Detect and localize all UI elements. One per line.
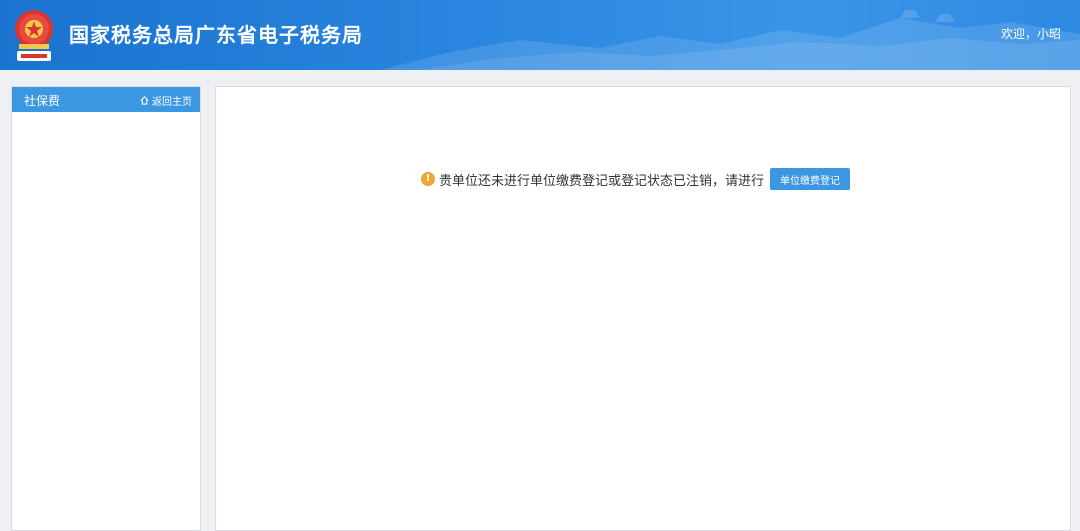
notice-text: 贵单位还未进行单位缴费登记或登记状态已注销，请进行 bbox=[439, 173, 765, 189]
sidebar-header: 社保费 返回主页 bbox=[12, 87, 200, 112]
unit-registration-button[interactable]: 单位缴费登记 bbox=[770, 168, 851, 190]
registration-notice: ! 贵单位还未进行单位缴费登记或登记状态已注销，请进行 单位缴费登记 bbox=[421, 168, 851, 190]
welcome-user: 欢迎，小昭 bbox=[1000, 27, 1061, 41]
tax-emblem-icon bbox=[15, 10, 53, 61]
home-icon bbox=[140, 96, 149, 105]
return-home-label: 返回主页 bbox=[152, 97, 192, 108]
sidebar: 社保费 返回主页 bbox=[11, 86, 201, 531]
site-header: 国家税务总局广东省电子税务局 欢迎，小昭 bbox=[0, 0, 1080, 70]
site-title: 国家税务总局广东省电子税务局 bbox=[69, 23, 363, 47]
warning-icon: ! bbox=[421, 172, 435, 186]
return-home-link[interactable]: 返回主页 bbox=[140, 93, 192, 108]
main-panel: ! 贵单位还未进行单位缴费登记或登记状态已注销，请进行 单位缴费登记 bbox=[215, 86, 1071, 531]
sidebar-title: 社保费 bbox=[24, 94, 61, 108]
